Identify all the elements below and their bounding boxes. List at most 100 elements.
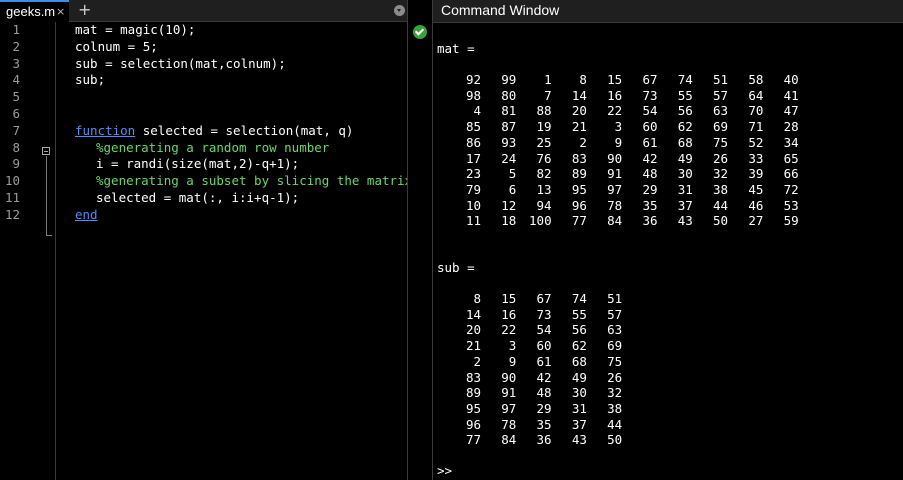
sub-cell: 32 bbox=[607, 385, 623, 401]
sub-cell: 57 bbox=[607, 306, 623, 322]
command-window-header: Command Window bbox=[433, 0, 903, 23]
code-line-9[interactable]: i = randi(size(mat,2)-q+1); bbox=[96, 156, 299, 173]
sub-cell: 74 bbox=[571, 291, 587, 306]
mat-row: 4 81 88 20 22 54 56 63 70 47 bbox=[433, 103, 903, 119]
keyword-end: end bbox=[75, 206, 98, 222]
mat-row: 10 12 94 96 78 35 37 44 46 53 bbox=[433, 198, 903, 214]
mat-cell: 58 bbox=[748, 72, 764, 87]
mat-cell: 75 bbox=[713, 134, 729, 150]
mat-cell: 72 bbox=[783, 181, 799, 197]
mat-cell: 26 bbox=[713, 150, 729, 166]
sub-cell: 8 bbox=[473, 291, 481, 306]
code-line-4[interactable]: sub; bbox=[75, 72, 105, 89]
code-line-10[interactable]: %generating a subset by slicing the matr… bbox=[96, 173, 412, 190]
sub-cell: 69 bbox=[607, 338, 623, 354]
add-tab-icon[interactable]: + bbox=[78, 0, 91, 19]
sub-cell: 35 bbox=[536, 416, 552, 432]
sub-row: 83 90 42 49 26 bbox=[433, 370, 903, 386]
sub-cell: 48 bbox=[536, 385, 552, 401]
mat-cell: 63 bbox=[713, 103, 729, 119]
mat-row: 92 99 1 8 15 67 74 51 58 40 bbox=[433, 72, 903, 88]
mat-cell: 27 bbox=[748, 213, 764, 229]
fold-line-end bbox=[46, 235, 52, 236]
mat-cell: 88 bbox=[536, 103, 552, 119]
mat-cell: 80 bbox=[501, 87, 517, 103]
code-line-3[interactable]: sub = selection(mat,colnum); bbox=[75, 56, 286, 73]
mat-cell: 31 bbox=[677, 181, 693, 197]
mat-cell: 55 bbox=[677, 87, 693, 103]
fold-toggle-icon[interactable] bbox=[42, 147, 50, 155]
mat-row: 17 24 76 83 90 42 49 26 33 65 bbox=[433, 151, 903, 167]
mat-cell: 51 bbox=[713, 72, 729, 87]
mat-row: 85 87 19 21 3 60 62 69 71 28 bbox=[433, 119, 903, 135]
close-icon[interactable]: × bbox=[56, 5, 65, 18]
mat-cell: 33 bbox=[748, 150, 764, 166]
mat-cell: 61 bbox=[642, 134, 658, 150]
tab-menu-icon[interactable] bbox=[394, 5, 405, 16]
mat-cell: 52 bbox=[748, 134, 764, 150]
mat-cell: 11 bbox=[465, 213, 481, 229]
sub-cell: 73 bbox=[536, 306, 552, 322]
mat-cell: 85 bbox=[465, 119, 481, 135]
code-line-12[interactable]: end bbox=[75, 207, 98, 224]
sub-cell: 9 bbox=[508, 353, 517, 369]
code-line-7[interactable]: function selected = selection(mat, q) bbox=[75, 123, 353, 140]
line-number: 5 bbox=[12, 89, 20, 105]
sub-cell: 61 bbox=[536, 353, 552, 369]
mat-cell: 44 bbox=[713, 197, 729, 213]
mat-cell: 20 bbox=[571, 103, 587, 119]
sub-cell: 83 bbox=[465, 369, 481, 385]
sub-label: sub = bbox=[437, 260, 475, 275]
line-number: 4 bbox=[12, 72, 20, 88]
mat-cell: 46 bbox=[748, 197, 764, 213]
sub-cell: 3 bbox=[508, 338, 517, 354]
sub-row: 8 15 67 74 51 bbox=[433, 291, 903, 307]
sub-row: 20 22 54 56 63 bbox=[433, 322, 903, 338]
sub-cell: 90 bbox=[501, 369, 517, 385]
mat-cell: 4 bbox=[473, 103, 481, 119]
sub-cell: 2 bbox=[473, 353, 481, 369]
mat-row: 11 18 100 77 84 36 43 50 27 59 bbox=[433, 213, 903, 229]
mat-cell: 96 bbox=[571, 197, 587, 213]
mat-cell: 68 bbox=[677, 134, 693, 150]
mat-cell: 1 bbox=[544, 72, 552, 87]
code-line-11[interactable]: selected = mat(:, i:i+q-1); bbox=[96, 190, 299, 207]
mat-cell: 84 bbox=[607, 213, 623, 229]
mat-cell: 90 bbox=[607, 150, 623, 166]
mat-cell: 40 bbox=[783, 72, 799, 87]
code-line-8[interactable]: %generating a random row number bbox=[96, 140, 329, 157]
tab-geeks-m[interactable]: geeks.m × bbox=[0, 0, 69, 22]
mat-cell: 94 bbox=[536, 197, 552, 213]
mat-cell: 25 bbox=[536, 134, 552, 150]
mat-cell: 69 bbox=[713, 119, 729, 135]
sub-output: 8 15 67 74 51 14 16 73 55 57 20 22 54 56 63 21 3 60 62 69 2 9… bbox=[433, 291, 903, 451]
mat-cell: 49 bbox=[677, 150, 693, 166]
sub-row: 14 16 73 55 57 bbox=[433, 307, 903, 323]
code-status-ok-icon bbox=[413, 25, 427, 39]
command-window[interactable]: Command Window mat = 92 99 1 8 15 67 74 51 58 40 9… bbox=[433, 0, 903, 480]
command-window-title: Command Window bbox=[441, 2, 560, 18]
sub-cell: 54 bbox=[536, 322, 552, 338]
mat-cell: 6 bbox=[508, 181, 517, 197]
code-line-2[interactable]: colnum = 5; bbox=[75, 39, 158, 56]
sub-cell: 91 bbox=[501, 385, 517, 401]
editor-pane[interactable]: geeks.m × + 1 2 3 4 5 6 7 8 9 10 11 12 mat = magic(… bbox=[0, 0, 412, 480]
sub-cell: 29 bbox=[536, 400, 552, 416]
mat-cell: 12 bbox=[501, 197, 517, 213]
command-prompt[interactable]: >> bbox=[437, 463, 452, 478]
pane-splitter[interactable] bbox=[407, 0, 433, 480]
mat-cell: 23 bbox=[465, 166, 481, 182]
mat-cell: 74 bbox=[677, 72, 693, 87]
tab-label[interactable]: geeks.m bbox=[6, 4, 55, 19]
line-number: 7 bbox=[12, 122, 20, 138]
mat-cell: 71 bbox=[748, 119, 764, 135]
sub-row: 96 78 35 37 44 bbox=[433, 417, 903, 433]
sub-cell: 68 bbox=[571, 353, 587, 369]
mat-cell: 39 bbox=[748, 166, 764, 182]
mat-cell: 38 bbox=[713, 181, 729, 197]
sub-row: 21 3 60 62 69 bbox=[433, 338, 903, 354]
mat-cell: 9 bbox=[614, 134, 623, 150]
code-line-1[interactable]: mat = magic(10); bbox=[75, 22, 195, 39]
line-number: 1 bbox=[12, 22, 20, 37]
mat-cell: 19 bbox=[536, 119, 552, 135]
